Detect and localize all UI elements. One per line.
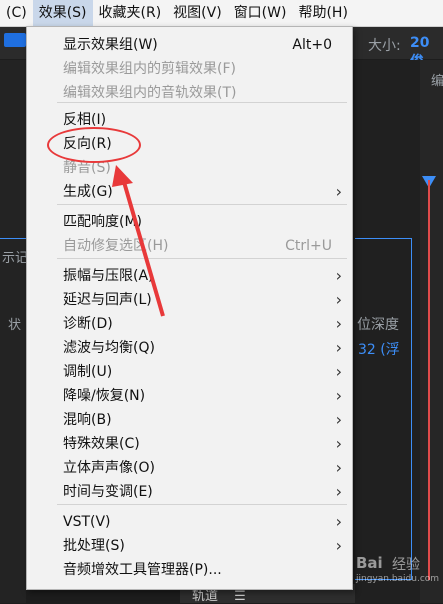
annotation-arrow	[112, 165, 165, 317]
watermark-logo: Bai	[356, 554, 383, 572]
watermark-text: 经验	[392, 557, 420, 573]
watermark: Bai 经验 jingyan.baidu.com	[356, 548, 440, 592]
watermark-url: jingyan.baidu.com	[356, 574, 440, 584]
